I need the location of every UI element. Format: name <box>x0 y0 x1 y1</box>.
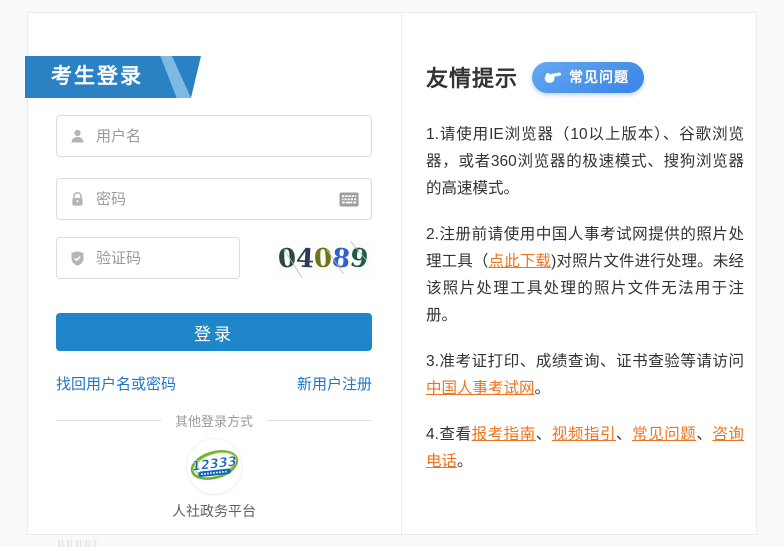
captcha-image[interactable]: 04089 <box>274 239 372 279</box>
tip-link[interactable]: 常见问题 <box>632 426 696 443</box>
login-panel: 考生登录 04089 <box>28 13 401 534</box>
divider-line <box>56 420 161 421</box>
register-link[interactable]: 新用户注册 <box>297 373 372 394</box>
login-title-ribbon: 考生登录 <box>25 56 201 98</box>
tips-header: 友情提示 常见问题 <box>426 61 644 93</box>
tip-text: 、 <box>696 426 712 443</box>
tip-item: 4.查看报考指南、视频指引、常见问题、咨询电话。 <box>426 421 744 475</box>
tip-text: 、 <box>536 426 552 443</box>
platform-label: 人社政务平台 <box>56 501 372 521</box>
tip-link[interactable]: 视频指引 <box>552 426 616 443</box>
tip-link[interactable]: 报考指南 <box>472 426 536 443</box>
username-field[interactable] <box>56 115 372 157</box>
tips-panel: 友情提示 常见问题 1.请使用IE浏览器（10以上版本）、谷歌浏览器，或者360… <box>426 13 746 534</box>
tip-text: 、 <box>616 426 632 443</box>
tip-text: 。 <box>535 380 551 397</box>
user-icon <box>69 128 86 145</box>
divider-line <box>267 420 372 421</box>
other-login-divider: 其他登录方式 <box>56 411 372 430</box>
tip-link[interactable]: 点此下载 <box>489 253 552 270</box>
lock-icon <box>69 191 86 208</box>
login-card: 考生登录 04089 <box>27 12 757 535</box>
tips-title: 友情提示 <box>426 61 518 93</box>
faq-button-label: 常见问题 <box>569 67 629 87</box>
password-field[interactable] <box>56 178 372 220</box>
login-button[interactable]: 登录 <box>56 313 372 351</box>
password-input[interactable] <box>96 191 331 208</box>
captcha-field[interactable] <box>56 237 240 279</box>
captcha-digit: 9 <box>348 242 370 276</box>
logo-12333[interactable]: 12333 <box>187 439 242 494</box>
tip-item: 1.请使用IE浏览器（10以上版本）、谷歌浏览器，或者360浏览器的极速模式、搜… <box>426 121 744 202</box>
faq-button[interactable]: 常见问题 <box>532 62 644 93</box>
username-input[interactable] <box>96 128 359 145</box>
tip-text: 1.请使用IE浏览器（10以上版本）、谷歌浏览器，或者360浏览器的极速模式、搜… <box>426 126 744 197</box>
shield-check-icon <box>69 250 86 267</box>
captcha-input[interactable] <box>96 250 227 267</box>
tip-text: 4.查看 <box>426 426 472 443</box>
bottom-page-artifact <box>58 540 98 547</box>
tip-link[interactable]: 中国人事考试网 <box>426 380 535 397</box>
panel-divider <box>401 13 402 534</box>
account-links-row: 找回用户名或密码 新用户注册 <box>56 373 372 394</box>
other-login-label: 其他登录方式 <box>161 411 267 430</box>
tip-item: 2.注册前请使用中国人事考试网提供的照片处理工具（点此下载)对照片文件进行处理。… <box>426 221 744 329</box>
pointing-hand-icon <box>544 71 562 84</box>
tips-list: 1.请使用IE浏览器（10以上版本）、谷歌浏览器，或者360浏览器的极速模式、搜… <box>426 121 744 494</box>
forgot-credentials-link[interactable]: 找回用户名或密码 <box>56 373 176 394</box>
tip-text: 3.准考证打印、成绩查询、证书查验等请访问 <box>426 353 744 370</box>
captcha-digit: 0 <box>277 242 297 275</box>
tip-text: 。 <box>457 453 473 470</box>
tip-item: 3.准考证打印、成绩查询、证书查验等请访问中国人事考试网。 <box>426 348 744 402</box>
login-title: 考生登录 <box>51 56 143 98</box>
soft-keyboard-icon[interactable] <box>339 192 359 207</box>
